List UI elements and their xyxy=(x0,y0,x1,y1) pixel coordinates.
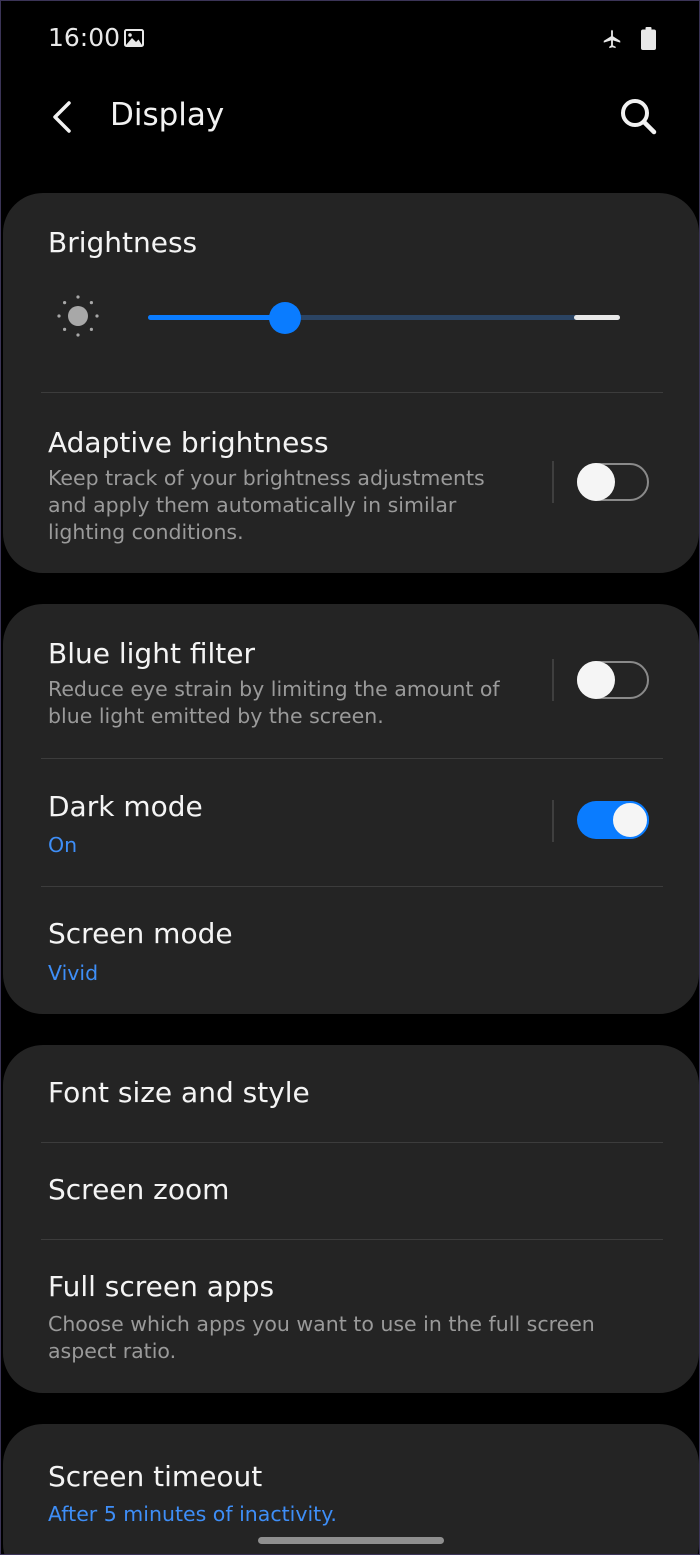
slider-thumb[interactable] xyxy=(269,302,301,334)
dark-mode-value: On xyxy=(48,833,78,857)
adaptive-brightness-title: Adaptive brightness xyxy=(48,426,329,459)
app-header: Display xyxy=(1,79,699,155)
navigation-gesture-handle[interactable] xyxy=(258,1537,444,1544)
screen-timeout-card: Screen timeout After 5 minutes of inacti… xyxy=(3,1424,699,1554)
screen-zoom-title: Screen zoom xyxy=(48,1173,230,1206)
brightness-card: Brightness Adaptive brightness Keep trac… xyxy=(3,193,699,573)
screen-timeout-row[interactable]: Screen timeout After 5 minutes of inacti… xyxy=(3,1424,699,1554)
airplane-icon xyxy=(603,29,621,49)
dark-mode-toggle[interactable] xyxy=(577,801,649,839)
dark-mode-title: Dark mode xyxy=(48,790,203,823)
font-zoom-card: Font size and style Screen zoom Full scr… xyxy=(3,1045,699,1393)
page-title: Display xyxy=(110,97,225,133)
back-arrow-icon[interactable] xyxy=(45,97,81,137)
toggle-knob xyxy=(611,801,649,839)
blue-light-filter-title: Blue light filter xyxy=(48,637,255,670)
font-size-style-title: Font size and style xyxy=(48,1076,310,1109)
slider-track-end xyxy=(574,315,620,320)
slider-fill xyxy=(148,315,285,320)
full-screen-apps-title: Full screen apps xyxy=(48,1270,275,1303)
full-screen-apps-subtitle: Choose which apps you want to use in the… xyxy=(48,1312,595,1363)
display-options-card: Blue light filter Reduce eye strain by l… xyxy=(3,604,699,1014)
adaptive-brightness-toggle[interactable] xyxy=(577,463,649,501)
search-icon[interactable] xyxy=(617,95,659,137)
brightness-low-icon xyxy=(57,295,99,337)
brightness-title: Brightness xyxy=(48,226,198,259)
screen-mode-title: Screen mode xyxy=(48,917,233,950)
status-bar: 16:00 xyxy=(1,1,699,79)
adaptive-brightness-subtitle: Keep track of your brightness adjustment… xyxy=(48,466,485,544)
screen-zoom-row[interactable]: Screen zoom xyxy=(3,1143,699,1239)
battery-icon xyxy=(641,27,656,50)
status-time: 16:00 xyxy=(48,23,121,52)
toggle-knob xyxy=(577,463,615,501)
blue-light-filter-toggle[interactable] xyxy=(577,661,649,699)
dark-mode-row[interactable]: Dark mode On xyxy=(3,759,699,885)
blue-light-filter-row[interactable]: Blue light filter Reduce eye strain by l… xyxy=(3,604,699,758)
screen-timeout-value: After 5 minutes of inactivity. xyxy=(48,1502,337,1526)
display-settings-screen: 16:00 Display Brightness Adaptive bright… xyxy=(0,0,700,1555)
adaptive-brightness-row[interactable]: Adaptive brightness Keep track of your b… xyxy=(3,393,699,573)
screen-mode-row[interactable]: Screen mode Vivid xyxy=(3,887,699,1014)
font-size-style-row[interactable]: Font size and style xyxy=(3,1045,699,1142)
brightness-slider[interactable] xyxy=(148,302,620,334)
separator xyxy=(552,800,554,842)
screen-mode-value: Vivid xyxy=(48,961,99,985)
screen-timeout-title: Screen timeout xyxy=(48,1460,263,1493)
full-screen-apps-row[interactable]: Full screen apps Choose which apps you w… xyxy=(3,1240,699,1393)
blue-light-filter-subtitle: Reduce eye strain by limiting the amount… xyxy=(48,677,500,728)
toggle-knob xyxy=(577,661,615,699)
image-icon xyxy=(124,29,144,47)
separator xyxy=(552,461,554,503)
separator xyxy=(552,659,554,701)
